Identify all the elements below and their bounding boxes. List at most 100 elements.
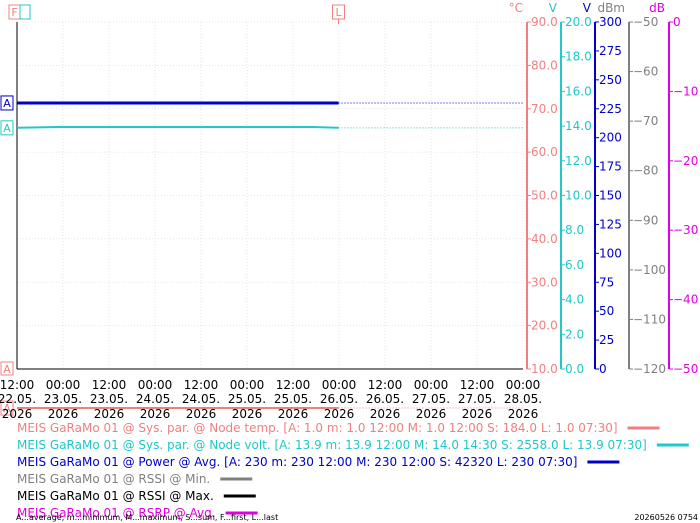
y-tick-label: 20.0 bbox=[531, 319, 558, 333]
x-tick-date: 25.05. bbox=[274, 392, 312, 406]
x-tick-date: 23.05. bbox=[44, 392, 82, 406]
first-marker-label: F bbox=[11, 6, 17, 19]
legend-entry: MEIS GaRaMo 01 @ Sys. par. @ Node temp. … bbox=[17, 421, 618, 435]
y-tick-label: 6.0 bbox=[565, 258, 584, 272]
y-tick-label: 0 bbox=[673, 15, 681, 29]
legend-entry: MEIS GaRaMo 01 @ Power @ Avg. [A: 230 m:… bbox=[17, 455, 577, 469]
series-average-marker-label: A bbox=[3, 97, 11, 110]
last-marker-label: L bbox=[335, 6, 342, 19]
x-tick-year: 2026 bbox=[186, 407, 217, 421]
y-tick-label: −90 bbox=[633, 213, 658, 227]
legend: MEIS GaRaMo 01 @ Sys. par. @ Node temp. … bbox=[17, 421, 689, 520]
y-tick-label: −70 bbox=[633, 114, 658, 128]
y-axis-unit: V bbox=[549, 1, 558, 15]
x-tick-year: 2026 bbox=[140, 407, 171, 421]
y-tick-label: 150 bbox=[599, 189, 622, 203]
x-tick-time: 00:00 bbox=[322, 378, 357, 392]
x-tick-year: 2026 bbox=[278, 407, 309, 421]
y-tick-label: −50 bbox=[633, 15, 658, 29]
x-tick-year: 2026 bbox=[416, 407, 447, 421]
x-axis: 12:0022.05.202600:0023.05.202612:0023.05… bbox=[0, 378, 542, 421]
legend-entry: MEIS GaRaMo 01 @ Sys. par. @ Node volt. … bbox=[17, 438, 647, 452]
x-tick-year: 2026 bbox=[232, 407, 263, 421]
y-tick-label: 100 bbox=[599, 246, 622, 260]
x-tick-time: 00:00 bbox=[414, 378, 449, 392]
y-tick-label: 2.0 bbox=[565, 327, 584, 341]
x-tick-time: 12:00 bbox=[184, 378, 219, 392]
x-tick-year: 2026 bbox=[508, 407, 539, 421]
y-tick-label: 50.0 bbox=[531, 189, 558, 203]
x-tick-year: 2026 bbox=[324, 407, 355, 421]
x-tick-date: 28.05. bbox=[504, 392, 542, 406]
y-tick-label: −50 bbox=[673, 362, 698, 376]
y-tick-label: −30 bbox=[673, 223, 698, 237]
y-tick-label: 12.0 bbox=[565, 154, 592, 168]
y-tick-label: −20 bbox=[673, 154, 698, 168]
y-axes: °C10.020.030.040.050.060.070.080.090.0V0… bbox=[509, 1, 699, 376]
y-tick-label: 10.0 bbox=[531, 362, 558, 376]
x-tick-time: 00:00 bbox=[230, 378, 265, 392]
chart: °C10.020.030.040.050.060.070.080.090.0V0… bbox=[0, 1, 699, 522]
y-tick-label: −110 bbox=[633, 312, 666, 326]
y-tick-label: 125 bbox=[599, 217, 622, 231]
x-tick-date: 22.05. bbox=[0, 392, 36, 406]
x-tick-time: 00:00 bbox=[46, 378, 81, 392]
series-line bbox=[16, 126, 339, 129]
y-tick-label: 8.0 bbox=[565, 223, 584, 237]
y-tick-label: −100 bbox=[633, 263, 666, 277]
x-tick-date: 23.05. bbox=[90, 392, 128, 406]
x-tick-time: 00:00 bbox=[138, 378, 173, 392]
y-tick-label: 80.0 bbox=[531, 58, 558, 72]
y-tick-label: 0 bbox=[599, 362, 607, 376]
y-tick-label: 70.0 bbox=[531, 102, 558, 116]
y-tick-label: 300 bbox=[599, 15, 622, 29]
y-tick-label: 18.0 bbox=[565, 50, 592, 64]
y-axis-unit: V bbox=[583, 1, 592, 15]
x-tick-time: 12:00 bbox=[0, 378, 34, 392]
x-tick-year: 2026 bbox=[462, 407, 493, 421]
y-tick-label: −10 bbox=[673, 84, 698, 98]
x-tick-year: 2026 bbox=[370, 407, 401, 421]
y-tick-label: 175 bbox=[599, 160, 622, 174]
y-tick-label: 90.0 bbox=[531, 15, 558, 29]
y-tick-label: 0.0 bbox=[565, 362, 584, 376]
y-tick-label: 25 bbox=[599, 333, 614, 347]
y-tick-label: 200 bbox=[599, 131, 622, 145]
y-tick-label: −60 bbox=[633, 65, 658, 79]
x-tick-date: 24.05. bbox=[182, 392, 220, 406]
y-tick-label: 250 bbox=[599, 73, 622, 87]
x-tick-time: 12:00 bbox=[460, 378, 495, 392]
y-tick-label: −120 bbox=[633, 362, 666, 376]
x-tick-date: 26.05. bbox=[366, 392, 404, 406]
x-tick-time: 12:00 bbox=[92, 378, 127, 392]
y-axis-unit: dB bbox=[649, 1, 665, 15]
x-tick-year: 2026 bbox=[48, 407, 79, 421]
y-tick-label: −40 bbox=[673, 293, 698, 307]
y-tick-label: 275 bbox=[599, 44, 622, 58]
x-tick-date: 27.05. bbox=[412, 392, 450, 406]
y-tick-label: 20.0 bbox=[565, 15, 592, 29]
x-tick-time: 12:00 bbox=[368, 378, 403, 392]
footer-timestamp: 20260526 0754 bbox=[634, 513, 698, 522]
x-tick-year: 2026 bbox=[94, 407, 125, 421]
footer-legend-key: A...average, m...minimum, M...maximum, S… bbox=[16, 513, 278, 522]
y-axis-unit: dBm bbox=[597, 1, 625, 15]
x-tick-time: 00:00 bbox=[506, 378, 541, 392]
y-tick-label: −80 bbox=[633, 164, 658, 178]
y-tick-label: 75 bbox=[599, 275, 614, 289]
y-axis-unit: °C bbox=[509, 1, 523, 15]
y-tick-label: 60.0 bbox=[531, 145, 558, 159]
y-tick-label: 50 bbox=[599, 304, 614, 318]
legend-entry: MEIS GaRaMo 01 @ RSSI @ Min. bbox=[17, 472, 210, 486]
first-marker-volt bbox=[19, 4, 31, 20]
temp-average-marker-label: A bbox=[3, 363, 11, 376]
x-tick-date: 27.05. bbox=[458, 392, 496, 406]
x-tick-date: 26.05. bbox=[320, 392, 358, 406]
y-tick-label: 14.0 bbox=[565, 119, 592, 133]
x-tick-time: 12:00 bbox=[276, 378, 311, 392]
legend-entry: MEIS GaRaMo 01 @ RSSI @ Max. bbox=[17, 489, 214, 503]
y-tick-label: 30.0 bbox=[531, 275, 558, 289]
y-tick-label: 16.0 bbox=[565, 84, 592, 98]
y-tick-label: 40.0 bbox=[531, 232, 558, 246]
y-tick-label: 225 bbox=[599, 102, 622, 116]
